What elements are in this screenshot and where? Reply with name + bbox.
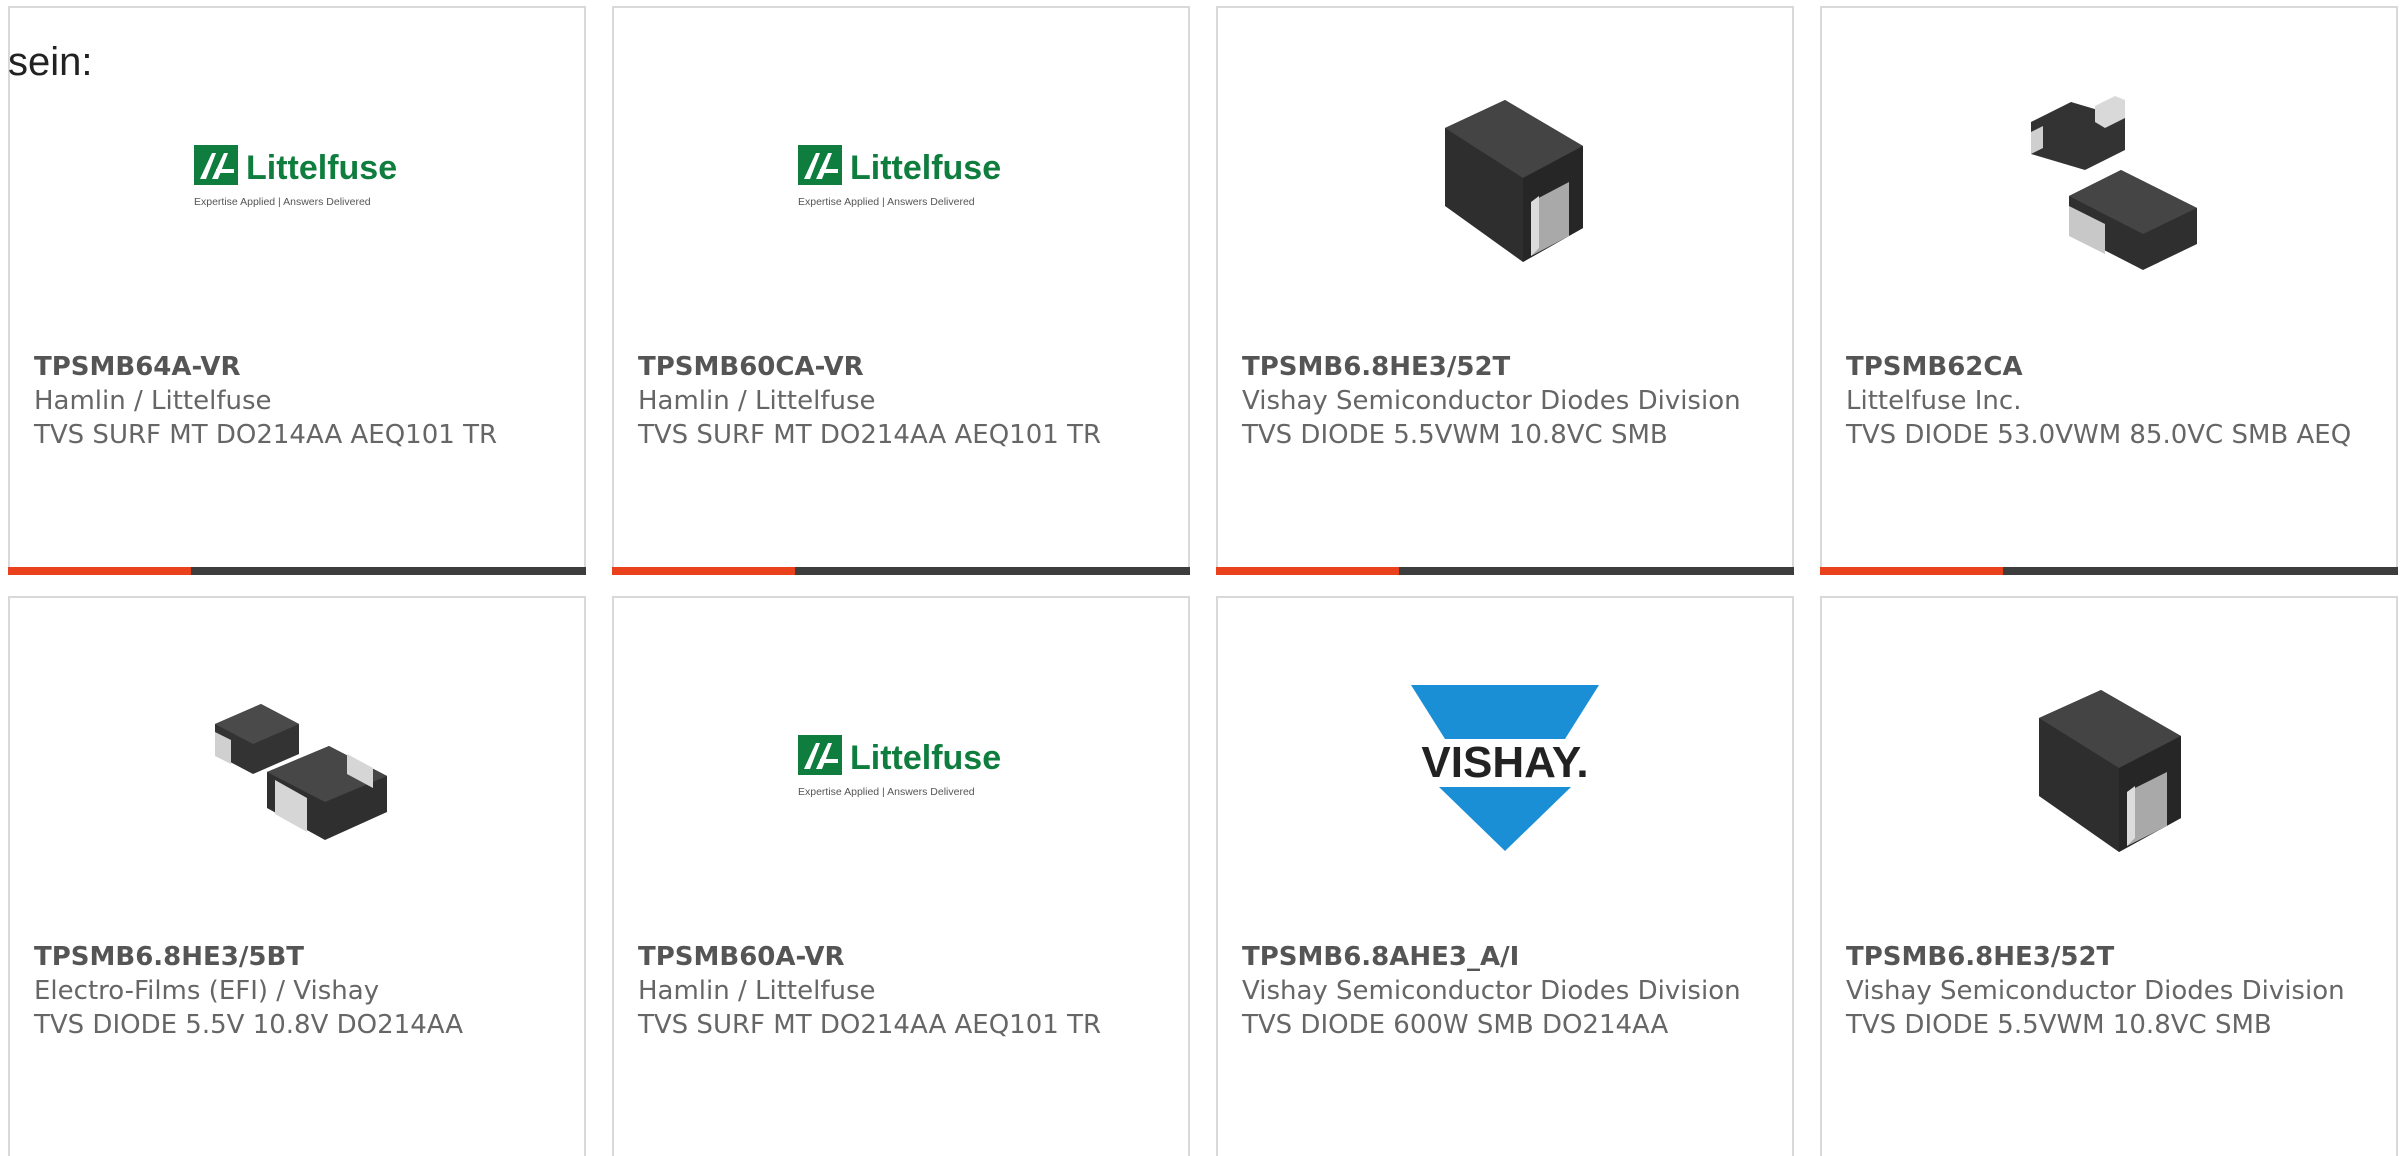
product-card[interactable]: TPSMB6.8HE3/52T Vishay Semiconductor Dio… [1216, 6, 1794, 575]
product-card[interactable]: Littelfuse Expertise Applied | Answers D… [8, 6, 586, 575]
description: TVS DIODE 5.5V 10.8V DO214AA [34, 1010, 464, 1040]
part-number[interactable]: TPSMB6.8AHE3_A/I [1242, 940, 1772, 974]
description: TVS SURF MT DO214AA AEQ101 TR [638, 420, 1102, 450]
manufacturer: Littelfuse Inc. [1846, 386, 2022, 416]
product-card[interactable]: TPSMB6.8HE3/5BT Electro-Films (EFI) / Vi… [8, 596, 586, 1156]
manufacturer: Hamlin / Littelfuse [638, 976, 876, 1006]
product-info: TPSMB62CA Littelfuse Inc. TVS DIODE 53.0… [1846, 350, 2376, 452]
manufacturer: Hamlin / Littelfuse [34, 386, 272, 416]
product-image: VISHAY. [1218, 664, 1792, 872]
product-info: TPSMB6.8AHE3_A/I Vishay Semiconductor Di… [1242, 940, 1772, 1042]
manufacturer: Electro-Films (EFI) / Vishay [34, 976, 380, 1006]
product-info: TPSMB6.8HE3/5BT Electro-Films (EFI) / Vi… [34, 940, 564, 1042]
product-info: TPSMB64A-VR Hamlin / Littelfuse TVS SURF… [34, 350, 564, 452]
card-accent-bar [1820, 567, 2398, 575]
product-image [1822, 74, 2396, 282]
part-number[interactable]: TPSMB6.8HE3/52T [1242, 350, 1772, 384]
product-card[interactable]: VISHAY. TPSMB6.8AHE3_A/I Vishay Semicond… [1216, 596, 1794, 1156]
svg-text:Littelfuse: Littelfuse [246, 149, 397, 187]
product-card[interactable]: Littelfuse Expertise Applied | Answers D… [612, 6, 1190, 575]
description: TVS DIODE 600W SMB DO214AA [1242, 1010, 1669, 1040]
smb-diode-package-icon [2039, 690, 2181, 852]
smb-diode-pair-flat-icon [215, 704, 387, 840]
product-image [10, 664, 584, 872]
description: TVS DIODE 5.5VWM 10.8VC SMB [1846, 1010, 2272, 1040]
card-accent-bar [612, 567, 1190, 575]
product-image: Littelfuse Expertise Applied | Answers D… [614, 664, 1188, 872]
part-number[interactable]: TPSMB60A-VR [638, 940, 1168, 974]
description: TVS SURF MT DO214AA AEQ101 TR [638, 1010, 1102, 1040]
part-number[interactable]: TPSMB62CA [1846, 350, 2376, 384]
description: TVS SURF MT DO214AA AEQ101 TR [34, 420, 498, 450]
description: TVS DIODE 53.0VWM 85.0VC SMB AEQ [1846, 420, 2352, 450]
product-image: Littelfuse Expertise Applied | Answers D… [614, 74, 1188, 282]
product-card[interactable]: TPSMB6.8HE3/52T Vishay Semiconductor Dio… [1820, 596, 2398, 1156]
smb-diode-package-icon [1445, 100, 1583, 262]
svg-text:Expertise Applied | Answers De: Expertise Applied | Answers Delivered [194, 196, 371, 208]
part-number[interactable]: TPSMB6.8HE3/52T [1846, 940, 2376, 974]
part-number[interactable]: TPSMB6.8HE3/5BT [34, 940, 564, 974]
littelfuse-logo-icon: Littelfuse Expertise Applied | Answers D… [798, 735, 1001, 798]
product-info: TPSMB60A-VR Hamlin / Littelfuse TVS SURF… [638, 940, 1168, 1042]
svg-text:Expertise Applied | Answers De: Expertise Applied | Answers Delivered [798, 786, 975, 798]
product-info: TPSMB6.8HE3/52T Vishay Semiconductor Dio… [1846, 940, 2376, 1042]
littelfuse-logo-icon: Littelfuse Expertise Applied | Answers D… [194, 145, 397, 208]
part-number[interactable]: TPSMB60CA-VR [638, 350, 1168, 384]
product-card[interactable]: TPSMB62CA Littelfuse Inc. TVS DIODE 53.0… [1820, 6, 2398, 575]
card-accent-bar [1216, 567, 1794, 575]
product-image [1822, 664, 2396, 872]
smb-diode-pair-icon [2031, 96, 2197, 270]
vishay-logo-icon: VISHAY. [1405, 685, 1605, 851]
part-number[interactable]: TPSMB64A-VR [34, 350, 564, 384]
svg-text:Littelfuse: Littelfuse [850, 739, 1001, 777]
card-accent-bar [8, 567, 586, 575]
intro-text: sein: [8, 40, 93, 84]
manufacturer: Hamlin / Littelfuse [638, 386, 876, 416]
product-info: TPSMB60CA-VR Hamlin / Littelfuse TVS SUR… [638, 350, 1168, 452]
product-grid-page: sein: Littelfuse Expertise Applied | Ans… [0, 0, 2400, 1156]
description: TVS DIODE 5.5VWM 10.8VC SMB [1242, 420, 1668, 450]
littelfuse-logo-icon: Littelfuse Expertise Applied | Answers D… [798, 145, 1001, 208]
svg-text:VISHAY.: VISHAY. [1421, 738, 1588, 787]
manufacturer: Vishay Semiconductor Diodes Division [1242, 976, 1741, 1006]
product-info: TPSMB6.8HE3/52T Vishay Semiconductor Dio… [1242, 350, 1772, 452]
product-image [1218, 74, 1792, 282]
svg-text:Littelfuse: Littelfuse [850, 149, 1001, 187]
product-card[interactable]: Littelfuse Expertise Applied | Answers D… [612, 596, 1190, 1156]
product-image: Littelfuse Expertise Applied | Answers D… [10, 74, 584, 282]
manufacturer: Vishay Semiconductor Diodes Division [1846, 976, 2345, 1006]
manufacturer: Vishay Semiconductor Diodes Division [1242, 386, 1741, 416]
svg-text:Expertise Applied | Answers De: Expertise Applied | Answers Delivered [798, 196, 975, 208]
